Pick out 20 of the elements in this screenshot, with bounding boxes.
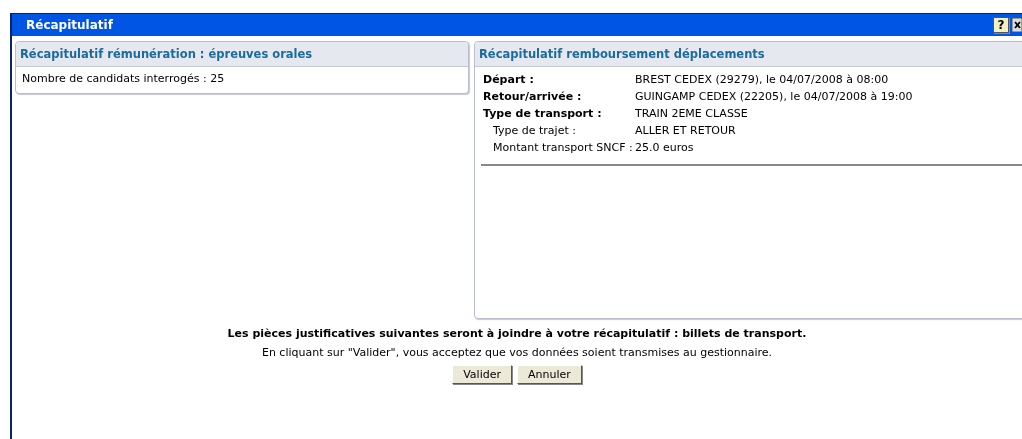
panel-title: Récapitulatif rémunération : épreuves orales [16, 42, 468, 67]
dialog-button[interactable]: Annuler [517, 365, 582, 384]
field-label: Montant transport SNCF : [492, 141, 634, 154]
field-label: Type de trajet : [492, 124, 577, 137]
field-value: ALLER ET RETOUR [635, 124, 737, 137]
dialog-button[interactable]: Valider [452, 365, 512, 384]
field-value: BREST CEDEX (29279), le 04/07/2008 à 08:00 [635, 73, 890, 86]
consent-text: En cliquant sur "Valider", vous acceptez que vos données soient transmises au gestionnaire. [261, 346, 773, 359]
field-label: Retour/arrivée : [483, 90, 583, 103]
candidates-count: Nombre de candidats interrogés : 25 [22, 71, 226, 86]
field-label: Départ : [483, 73, 535, 86]
window-title: Récapitulatif [25, 18, 113, 32]
help-button[interactable]: ? [993, 17, 1009, 33]
field-label: Type de transport : [483, 107, 603, 120]
field-value: GUINGAMP CEDEX (22205), le 04/07/2008 à 19:00 [635, 90, 914, 103]
field-value: TRAIN 2EME CLASSE [635, 107, 749, 120]
close-icon[interactable] [1012, 18, 1022, 32]
panel-title: Récapitulatif remboursement déplacements [475, 42, 1022, 67]
field-value: 25.0 euros [635, 141, 695, 154]
notice-text: Les pièces justificatives suivantes seront à joindre à votre récapitulatif : billets de transport. [227, 327, 807, 340]
